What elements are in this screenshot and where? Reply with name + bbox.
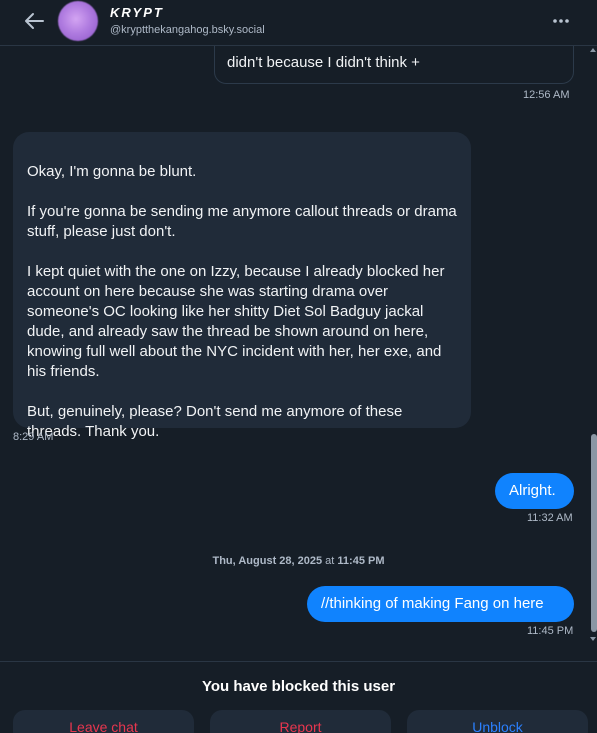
blocked-footer: You have blocked this user Leave chat Re…: [0, 661, 597, 733]
avatar[interactable]: [58, 1, 98, 41]
message-timestamp: 8:29 AM: [13, 431, 54, 443]
message-bubble-outgoing[interactable]: ... didn't because I didn't think +: [214, 46, 574, 84]
message-text: //thinking of making Fang on here: [321, 595, 544, 612]
scroll-down-arrow-icon[interactable]: [590, 637, 596, 641]
unblock-button[interactable]: Unblock: [407, 710, 588, 733]
user-handle: @kryptthekangahog.bsky.social: [110, 24, 265, 36]
message-text-partial: ...: [227, 46, 240, 51]
back-button[interactable]: [22, 10, 46, 32]
chat-header: KRYPT @kryptthekangahog.bsky.social: [0, 0, 597, 46]
message-text: didn't because I didn't think +: [227, 54, 420, 71]
display-name: KRYPT: [110, 5, 164, 20]
arrow-left-icon: [25, 13, 44, 29]
message-timestamp: 11:45 PM: [527, 625, 574, 637]
date-separator: Thu, August 28, 2025 at 11:45 PM: [0, 555, 597, 567]
message-bubble-outgoing[interactable]: Alright.: [495, 473, 574, 509]
blocked-notice: You have blocked this user: [201, 678, 396, 695]
message-list[interactable]: ... didn't because I didn't think + 12:5…: [0, 46, 597, 661]
report-button[interactable]: Report: [210, 710, 391, 733]
scroll-up-arrow-icon[interactable]: [590, 48, 596, 52]
message-timestamp: 12:56 AM: [523, 89, 570, 101]
date-separator-time: 11:45 PM: [337, 555, 385, 567]
leave-chat-button[interactable]: Leave chat: [13, 710, 194, 733]
date-separator-date: Thu, August 28, 2025: [212, 555, 323, 567]
scrollbar-thumb[interactable]: [591, 434, 597, 632]
message-bubble-outgoing[interactable]: //thinking of making Fang on here: [307, 586, 574, 622]
chat-window: KRYPT @kryptthekangahog.bsky.social ... …: [0, 0, 597, 733]
message-bubble-incoming[interactable]: Okay, I'm gonna be blunt. If you're gonn…: [13, 132, 471, 440]
dots-horizontal-icon: [553, 19, 569, 23]
message-text: Okay, I'm gonna be blunt. If you're gonn…: [27, 163, 457, 440]
message-timestamp: 11:32 AM: [527, 512, 573, 524]
profile-info[interactable]: KRYPT @kryptthekangahog.bsky.social: [110, 5, 265, 36]
more-options-button[interactable]: [551, 12, 571, 30]
date-separator-at: at: [322, 555, 338, 567]
message-text: Alright.: [509, 482, 556, 499]
